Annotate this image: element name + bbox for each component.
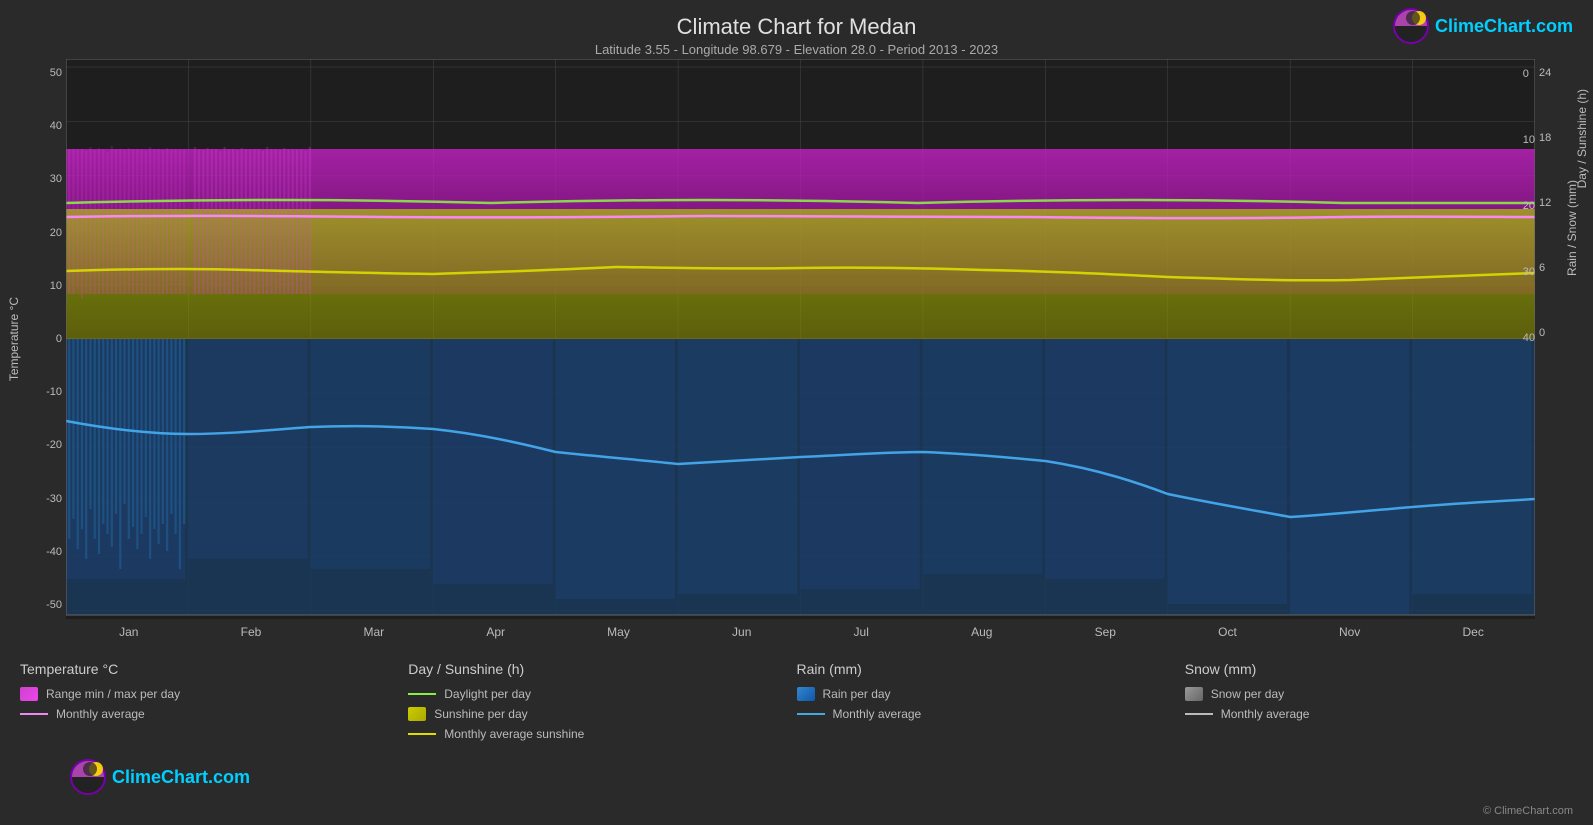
y-right-rain-tick-0: 0 [1523, 68, 1529, 80]
legend-title-temperature: Temperature °C [20, 661, 408, 677]
y-right-tick-0top: 0 [1539, 327, 1545, 339]
legend-item-snow: Snow per day [1185, 687, 1573, 701]
legend-col-snow: Snow (mm) Snow per day Monthly average [1185, 661, 1573, 741]
x-label-jan: Jan [119, 625, 138, 639]
y-tick-n20: -20 [46, 439, 62, 451]
snow-avg-line-swatch [1185, 713, 1213, 715]
logo-bottom-left: ClimeChart.com [70, 759, 250, 795]
legend-label-snow-avg: Monthly average [1221, 707, 1310, 721]
chart-title: Climate Chart for Medan [0, 14, 1593, 40]
legend-label-rain-avg: Monthly average [833, 707, 922, 721]
legend-title-sunshine: Day / Sunshine (h) [408, 661, 796, 677]
x-label-jul: Jul [854, 625, 869, 639]
title-area: Climate Chart for Medan Latitude 3.55 - … [0, 0, 1593, 59]
legend-title-snow: Snow (mm) [1185, 661, 1573, 677]
logo-icon-top [1393, 8, 1429, 44]
y-right-rain-tick-10: 10 [1523, 134, 1535, 146]
y-tick-30: 30 [50, 173, 62, 185]
y-right-rain-tick-30: 30 [1523, 266, 1535, 278]
y-right-rain-tick-20: 20 [1523, 200, 1535, 212]
legend-label-rain: Rain per day [823, 687, 891, 701]
y-axis-left-label: Temperature °C [7, 297, 21, 381]
legend-item-sunshine: Sunshine per day [408, 707, 796, 721]
logo-text-bottom-left: ClimeChart.com [112, 767, 250, 788]
y-tick-50: 50 [50, 67, 62, 79]
x-label-apr: Apr [486, 625, 505, 639]
copyright: © ClimeChart.com [1483, 805, 1573, 817]
rain-swatch [797, 687, 815, 701]
y-right-tick-6: 6 [1539, 262, 1545, 274]
legend-label-temp-range: Range min / max per day [46, 687, 180, 701]
legend-item-sunshine-avg: Monthly average sunshine [408, 727, 796, 741]
y-tick-20: 20 [50, 227, 62, 239]
y-axis-right-top-label: Day / Sunshine (h) [1575, 89, 1589, 188]
daylight-line-swatch [408, 693, 436, 695]
legend-item-snow-avg: Monthly average [1185, 707, 1573, 721]
y-tick-n10: -10 [46, 386, 62, 398]
y-axis-right-bottom-label: Rain / Snow (mm) [1565, 180, 1579, 276]
sunshine-swatch [408, 707, 426, 721]
y-right-tick-12: 12 [1539, 197, 1551, 209]
y-tick-0: 0 [56, 333, 62, 345]
legend-col-temperature: Temperature °C Range min / max per day M… [20, 661, 408, 741]
x-label-oct: Oct [1218, 625, 1237, 639]
legend-col-sunshine: Day / Sunshine (h) Daylight per day Suns… [408, 661, 796, 741]
logo-top-right: ClimeChart.com [1393, 8, 1573, 44]
y-right-tick-24: 24 [1539, 67, 1551, 79]
legend-area: Temperature °C Range min / max per day M… [0, 651, 1593, 741]
y-right-rain-tick-40: 40 [1523, 332, 1535, 344]
y-tick-10: 10 [50, 280, 62, 292]
rain-avg-line-swatch [797, 713, 825, 715]
chart-subtitle: Latitude 3.55 - Longitude 98.679 - Eleva… [0, 42, 1593, 57]
legend-title-rain: Rain (mm) [797, 661, 1185, 677]
legend-label-snow: Snow per day [1211, 687, 1284, 701]
legend-col-rain: Rain (mm) Rain per day Monthly average [797, 661, 1185, 741]
logo-icon-bottom [70, 759, 106, 795]
logo-text-top-right: ClimeChart.com [1435, 16, 1573, 37]
y-tick-n50: -50 [46, 599, 62, 611]
chart-svg [66, 59, 1535, 619]
snow-swatch [1185, 687, 1203, 701]
x-label-feb: Feb [241, 625, 262, 639]
legend-item-daylight: Daylight per day [408, 687, 796, 701]
legend-item-rain-avg: Monthly average [797, 707, 1185, 721]
x-label-sep: Sep [1095, 625, 1116, 639]
legend-label-daylight: Daylight per day [444, 687, 531, 701]
x-label-may: May [607, 625, 630, 639]
x-label-mar: Mar [363, 625, 384, 639]
y-tick-40: 40 [50, 120, 62, 132]
x-label-dec: Dec [1462, 625, 1483, 639]
legend-item-temp-range: Range min / max per day [20, 687, 408, 701]
legend-label-temp-avg: Monthly average [56, 707, 145, 721]
legend-label-sunshine: Sunshine per day [434, 707, 527, 721]
y-tick-n40: -40 [46, 546, 62, 558]
x-label-nov: Nov [1339, 625, 1360, 639]
sunshine-avg-line-swatch [408, 733, 436, 735]
x-label-jun: Jun [732, 625, 751, 639]
legend-item-temp-avg: Monthly average [20, 707, 408, 721]
x-label-aug: Aug [971, 625, 992, 639]
y-right-tick-18: 18 [1539, 132, 1551, 144]
x-axis: Jan Feb Mar Apr May Jun Jul Aug Sep Oct … [68, 621, 1535, 643]
temp-avg-line-swatch [20, 713, 48, 715]
temp-range-swatch [20, 687, 38, 701]
main-container: Climate Chart for Medan Latitude 3.55 - … [0, 0, 1593, 825]
legend-item-rain: Rain per day [797, 687, 1185, 701]
chart-plot-area [66, 59, 1535, 619]
legend-label-sunshine-avg: Monthly average sunshine [444, 727, 584, 741]
y-tick-n30: -30 [46, 493, 62, 505]
